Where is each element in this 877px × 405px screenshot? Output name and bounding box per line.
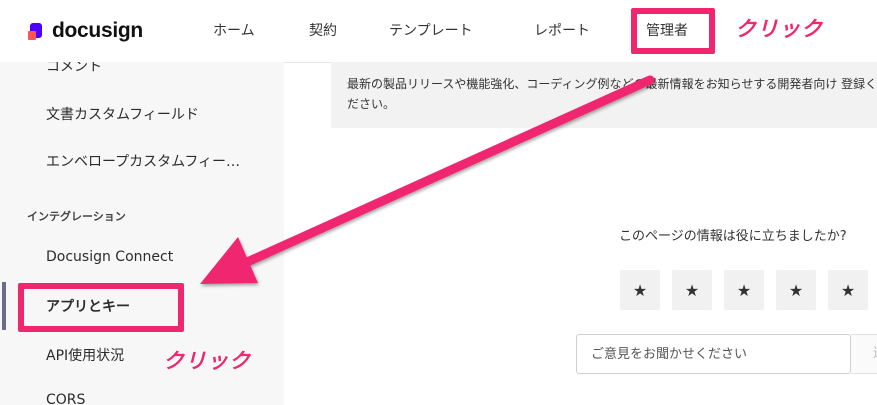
click-annotation-top: クリック: [735, 17, 823, 41]
developer-news-banner: 最新の製品リリースや機能強化、コーディング例などの最新情報をお知らせする開発者向…: [331, 62, 877, 128]
sidebar-item-comments[interactable]: コメント: [46, 62, 102, 76]
admin-highlight-box: [631, 8, 715, 54]
sidebar-item-docusign-connect[interactable]: Docusign Connect: [46, 249, 173, 265]
star-icon: ★: [840, 280, 856, 300]
sidebar-item-api-usage[interactable]: API使用状況: [46, 345, 124, 365]
star-rating-1[interactable]: ★: [620, 270, 660, 310]
sidebar-item-envelope-custom-fields[interactable]: エンベロープカスタムフィー…: [46, 151, 240, 171]
nav-agreements[interactable]: 契約: [309, 20, 337, 40]
sidebar-active-indicator: [2, 282, 6, 330]
sidebar-item-cors[interactable]: CORS: [46, 392, 85, 405]
star-icon: ★: [684, 280, 700, 300]
sidebar-item-document-custom-fields[interactable]: 文書カスタムフィールド: [46, 104, 199, 124]
star-icon: ★: [736, 280, 752, 300]
sidebar-section-integration: インテグレーション: [27, 210, 126, 223]
click-annotation-side: クリック: [163, 349, 251, 373]
logo-text: docusign: [52, 19, 143, 42]
nav-templates[interactable]: テンプレート: [389, 20, 473, 40]
nav-home[interactable]: ホーム: [213, 20, 255, 40]
feedback-input[interactable]: [576, 334, 851, 374]
nav-reports[interactable]: レポート: [534, 20, 590, 40]
docusign-logo[interactable]: docusign: [28, 18, 143, 44]
star-icon: ★: [788, 280, 804, 300]
star-rating-4[interactable]: ★: [776, 270, 816, 310]
main-content: 最新の製品リリースや機能強化、コーディング例などの最新情報をお知らせする開発者向…: [284, 62, 877, 405]
banner-text: 最新の製品リリースや機能強化、コーディング例などの最新情報をお知らせする開発者向…: [347, 77, 877, 111]
star-icon: ★: [632, 280, 648, 300]
star-rating-3[interactable]: ★: [724, 270, 764, 310]
feedback-submit-button[interactable]: 送信: [851, 334, 877, 374]
star-rating-2[interactable]: ★: [672, 270, 712, 310]
star-rating-5[interactable]: ★: [828, 270, 868, 310]
apps-keys-highlight-box: [18, 283, 184, 332]
feedback-question: このページの情報は役に立ちましたか?: [619, 229, 847, 244]
docusign-logo-icon: [28, 23, 42, 40]
